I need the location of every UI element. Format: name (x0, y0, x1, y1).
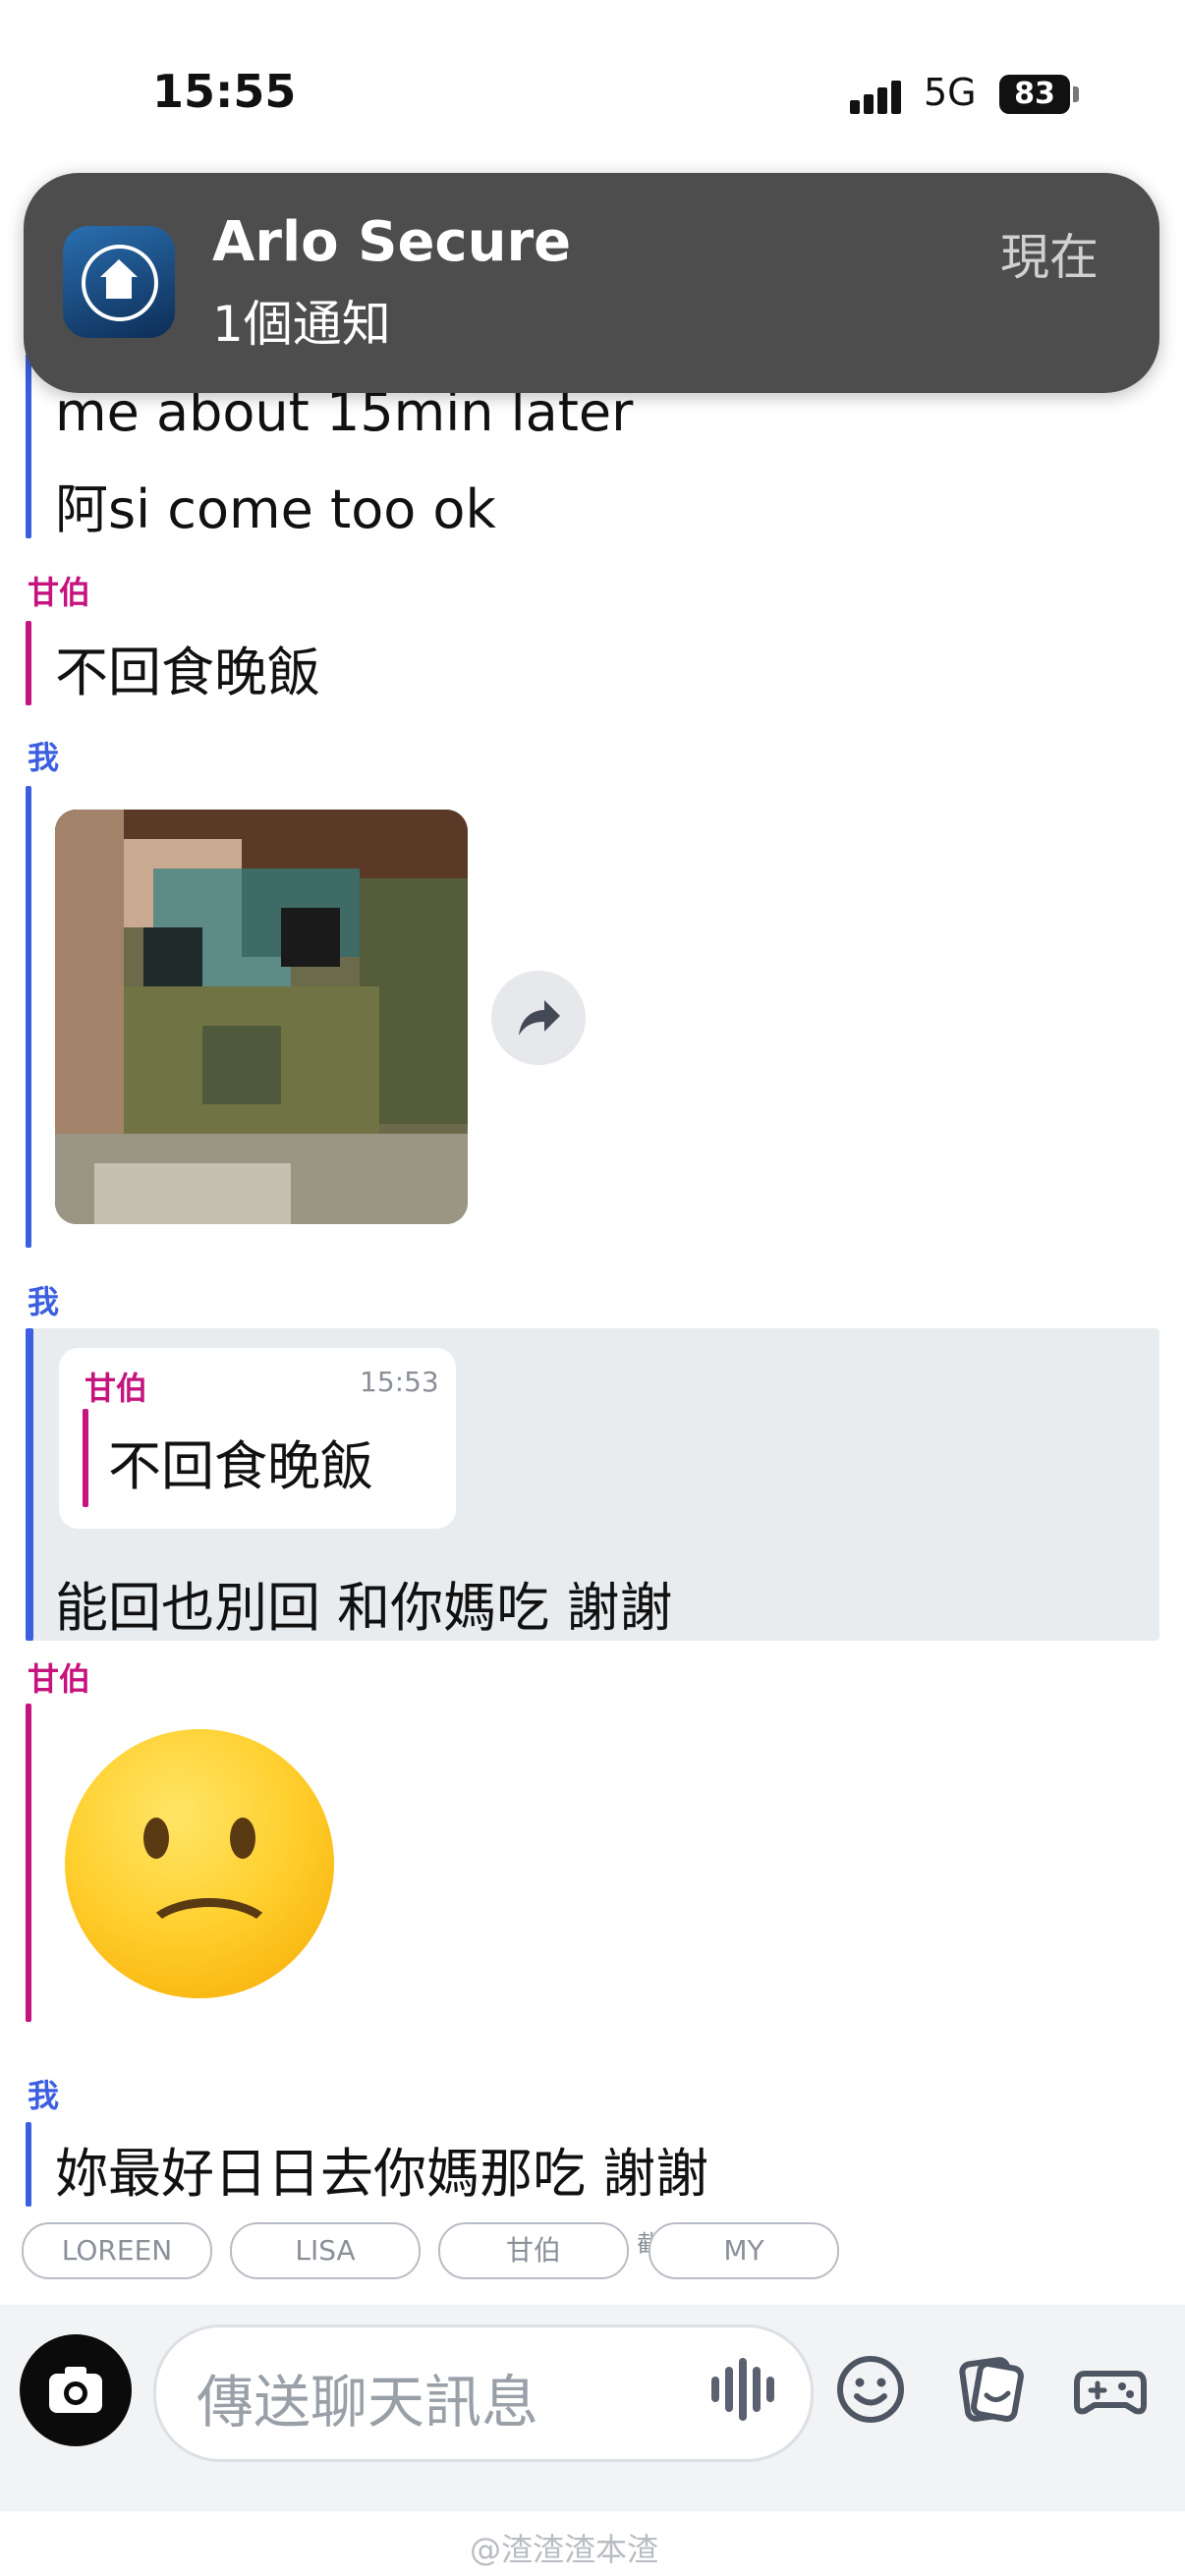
watermark: @渣渣渣本渣 (470, 2531, 659, 2568)
sender-name: 甘伯 (28, 574, 91, 611)
status-time: 15:55 (152, 65, 297, 118)
share-icon (519, 1000, 560, 1036)
notification-time: 現在 (1000, 229, 1099, 286)
battery-icon: 83 (999, 75, 1070, 114)
message-bar (26, 1704, 31, 2022)
chat-input-placeholder: 傳送聊天訊息 (197, 2369, 539, 2436)
emoji-button[interactable] (831, 2350, 910, 2429)
quoted-text: 不回食晚飯 (108, 1435, 373, 1497)
sticker-icon (959, 2357, 1024, 2422)
game-controller-icon (1074, 2371, 1147, 2415)
emoji-icon (837, 2356, 904, 2423)
chip-loreen[interactable]: LOREEN (22, 2222, 212, 2279)
message-bar (26, 621, 31, 705)
notification-app-name: Arlo Secure (212, 210, 572, 274)
signal-icon (850, 79, 905, 114)
pixelated-photo[interactable] (55, 810, 468, 1224)
message-bar (26, 354, 31, 538)
share-button[interactable] (491, 971, 586, 1065)
voice-wave-icon[interactable] (711, 2358, 786, 2421)
sender-name: 甘伯 (28, 1660, 91, 1698)
camera-button[interactable] (20, 2334, 132, 2446)
quoted-time: 15:53 (360, 1366, 439, 1398)
games-button[interactable] (1071, 2350, 1150, 2429)
message-text: 阿si come too ok (55, 478, 496, 540)
frowning-face-icon[interactable] (65, 1729, 334, 1998)
message-text: 能回也別回 和你媽吃 謝謝 (55, 1577, 673, 1639)
message-text: 妳最好日日去你媽那吃 謝謝 (55, 2143, 709, 2205)
camera-icon (49, 2367, 102, 2413)
chip-ganbak[interactable]: 甘伯 (438, 2222, 629, 2279)
message-bar (26, 786, 31, 1248)
chip-lisa[interactable]: LISA (230, 2222, 421, 2279)
network-label: 5G (924, 71, 977, 114)
chip-my[interactable]: MY (649, 2222, 839, 2279)
message-text: 不回食晚飯 (55, 642, 320, 703)
notification-banner[interactable] (24, 173, 1159, 393)
message-bar (26, 2122, 31, 2207)
quote-bar (83, 1409, 88, 1507)
sender-name: 我 (28, 1283, 60, 1320)
notification-message: 1個通知 (212, 296, 391, 353)
quoted-sender: 甘伯 (85, 1370, 148, 1407)
message-bar (26, 1328, 33, 1641)
sticker-button[interactable] (951, 2350, 1030, 2429)
sender-name: 我 (28, 2077, 60, 2114)
battery-tip (1073, 86, 1079, 102)
sender-name: 我 (28, 739, 60, 776)
arlo-app-icon (63, 226, 175, 338)
